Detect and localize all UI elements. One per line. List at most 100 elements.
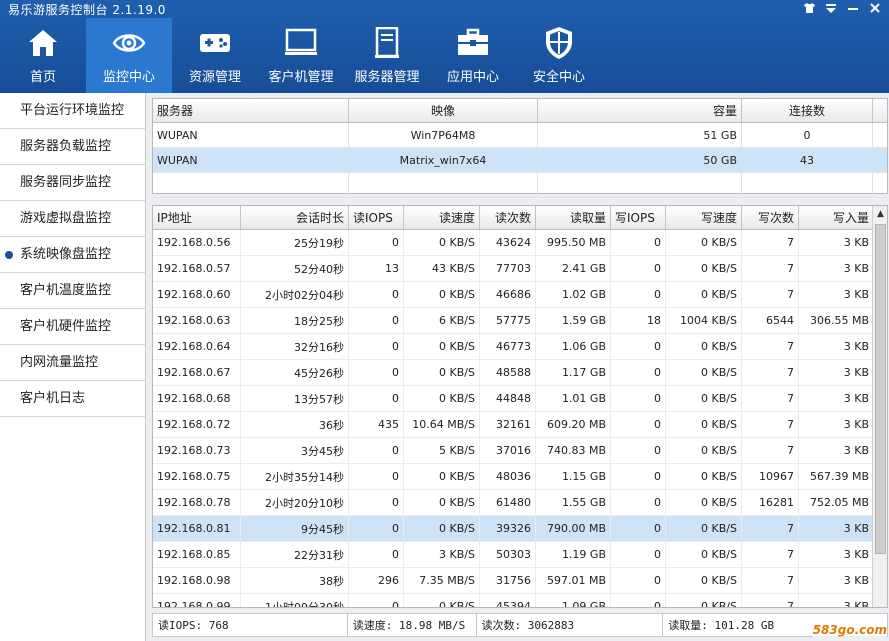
image-cell: Matrix_win7x64: [349, 148, 538, 172]
table-row[interactable]: 192.168.0.56 25分19秒 0 0 KB/S 43624 995.50 MB 0…: [153, 230, 887, 256]
sidebar-item-lan-traffic[interactable]: 内网流量监控: [0, 345, 145, 381]
nav-label: 资源管理: [188, 70, 241, 85]
table-row[interactable]: 192.168.0.98 38秒 296 7.35 MB/S 31756 597.01 M…: [153, 568, 887, 594]
read-iops-cell: 0: [349, 464, 404, 489]
table-row[interactable]: 192.168.0.73 3分45秒 0 5 KB/S 37016 740.83 MB 0 0…: [153, 438, 887, 464]
sidebar-item-game-vdisk[interactable]: 游戏虚拟盘监控: [0, 201, 145, 237]
sidebar-item-client-log[interactable]: 客户机日志: [0, 381, 145, 417]
table-row[interactable]: 192.168.0.63 18分25秒 0 6 KB/S 57775 1.59 GB 18 1…: [153, 308, 887, 334]
read-count-cell: 50303: [480, 542, 536, 567]
column-header-read-iops[interactable]: 读IOPS: [349, 206, 404, 229]
table-row[interactable]: 192.168.0.75 2小时35分14秒 0 0 KB/S 48036 1.15 GB…: [153, 464, 887, 490]
table-row[interactable]: 192.168.0.67 45分26秒 0 0 KB/S 48588 1.17 GB 0 0 …: [153, 360, 887, 386]
ip-cell: 192.168.0.75: [153, 464, 241, 489]
client-table-header: IP地址 会话时长 读IOPS 读速度 读次数 读取量 写IOPS 写速度 写次…: [153, 206, 887, 230]
minimize-icon[interactable]: [845, 0, 861, 16]
read-amount-cell: 597.01 MB: [536, 568, 611, 593]
sidebar: 平台运行环境监控 服务器负载监控 服务器同步监控 游戏虚拟盘监控 系统映像盘监控…: [0, 93, 146, 641]
column-header-image[interactable]: 映像: [349, 99, 538, 122]
column-header-write-count[interactable]: 写次数: [742, 206, 799, 229]
server-table-header: 服务器 映像 容量 连接数: [153, 99, 887, 123]
sidebar-item-platform-env[interactable]: 平台运行环境监控: [0, 93, 145, 129]
write-speed-cell: 0 KB/S: [666, 360, 742, 385]
column-header-write-iops[interactable]: 写IOPS: [611, 206, 666, 229]
shield-icon: [542, 26, 576, 60]
skin-icon[interactable]: [801, 0, 817, 16]
nav-monitor[interactable]: 监控中心: [86, 18, 172, 93]
session-time-cell: 22分31秒: [241, 542, 349, 567]
close-icon[interactable]: [867, 0, 883, 16]
capacity-cell: 51 GB: [538, 123, 742, 147]
nav-clients[interactable]: 客户机管理: [258, 18, 344, 93]
server-cell: WUPAN: [153, 123, 349, 147]
write-amount-cell: 3 KB: [799, 594, 874, 607]
sidebar-item-server-load[interactable]: 服务器负载监控: [0, 129, 145, 165]
table-row[interactable]: 192.168.0.57 52分40秒 13 43 KB/S 77703 2.41 GB 0…: [153, 256, 887, 282]
nav-resources[interactable]: 资源管理: [172, 18, 258, 93]
session-time-cell: 2小时20分10秒: [241, 490, 349, 515]
nav-apps[interactable]: 应用中心: [430, 18, 516, 93]
write-amount-cell: 3 KB: [799, 438, 874, 463]
column-header-write-amount[interactable]: 写入量: [799, 206, 874, 229]
server-icon: [370, 26, 404, 60]
write-count-cell: 7: [742, 516, 799, 541]
column-header-capacity[interactable]: 容量: [538, 99, 742, 122]
write-count-cell: 7: [742, 360, 799, 385]
column-header-connections[interactable]: 连接数: [742, 99, 873, 122]
table-row[interactable]: WUPAN Matrix_win7x64 50 GB 43: [153, 148, 887, 173]
table-row[interactable]: 192.168.0.99 1小时09分30秒 0 0 KB/S 45394 1.09 GB…: [153, 594, 887, 607]
column-header-server[interactable]: 服务器: [153, 99, 349, 122]
menu-icon[interactable]: [823, 0, 839, 16]
column-header-read-speed[interactable]: 读速度: [404, 206, 480, 229]
table-row[interactable]: 192.168.0.72 36秒 435 10.64 MB/S 32161 609.20 …: [153, 412, 887, 438]
table-row[interactable]: 192.168.0.81 9分45秒 0 0 KB/S 39326 790.00 MB 0 0…: [153, 516, 887, 542]
write-amount-cell: 306.55 MB: [799, 308, 874, 333]
nav-security[interactable]: 安全中心: [516, 18, 602, 93]
scroll-up-icon[interactable]: ▲: [873, 206, 887, 221]
write-count-cell: 7: [742, 256, 799, 281]
nav-home[interactable]: 首页: [0, 18, 86, 93]
write-count-cell: 7: [742, 412, 799, 437]
write-iops-cell: 0: [611, 282, 666, 307]
write-count-cell: 7: [742, 438, 799, 463]
table-row[interactable]: 192.168.0.64 32分16秒 0 0 KB/S 46773 1.06 GB 0 0 …: [153, 334, 887, 360]
write-speed-cell: 0 KB/S: [666, 490, 742, 515]
column-header-session-time[interactable]: 会话时长: [241, 206, 349, 229]
session-time-cell: 1小时09分30秒: [241, 594, 349, 607]
table-row[interactable]: WUPAN Win7P64M8 51 GB 0: [153, 123, 887, 148]
column-header-read-count[interactable]: 读次数: [480, 206, 536, 229]
read-amount-cell: 1.02 GB: [536, 282, 611, 307]
read-amount-cell: 790.00 MB: [536, 516, 611, 541]
empty-cell: [349, 173, 538, 197]
read-iops-cell: 13: [349, 256, 404, 281]
table-row[interactable]: 192.168.0.60 2小时02分04秒 0 0 KB/S 46686 1.02 GB…: [153, 282, 887, 308]
read-speed-cell: 10.64 MB/S: [404, 412, 480, 437]
vertical-scrollbar[interactable]: ▲: [872, 206, 887, 607]
image-cell: Win7P64M8: [349, 123, 538, 147]
empty-cell: [742, 173, 873, 197]
column-header-write-speed[interactable]: 写速度: [666, 206, 742, 229]
read-amount-cell: 1.06 GB: [536, 334, 611, 359]
session-time-cell: 2小时35分14秒: [241, 464, 349, 489]
sidebar-item-client-hardware[interactable]: 客户机硬件监控: [0, 309, 145, 345]
read-iops-cell: 0: [349, 490, 404, 515]
write-speed-cell: 0 KB/S: [666, 256, 742, 281]
table-row[interactable]: 192.168.0.78 2小时20分10秒 0 0 KB/S 61480 1.55 GB…: [153, 490, 887, 516]
ip-cell: 192.168.0.81: [153, 516, 241, 541]
column-header-ip[interactable]: IP地址: [153, 206, 241, 229]
read-speed-cell: 43 KB/S: [404, 256, 480, 281]
table-row[interactable]: 192.168.0.85 22分31秒 0 3 KB/S 50303 1.19 GB 0 0 …: [153, 542, 887, 568]
read-iops-cell: 0: [349, 334, 404, 359]
table-row[interactable]: 192.168.0.68 13分57秒 0 0 KB/S 44848 1.01 GB 0 0 …: [153, 386, 887, 412]
write-speed-cell: 0 KB/S: [666, 516, 742, 541]
read-iops-cell: 0: [349, 542, 404, 567]
sidebar-item-system-image[interactable]: 系统映像盘监控: [0, 237, 145, 273]
nav-servers[interactable]: 服务器管理: [344, 18, 430, 93]
write-iops-cell: 0: [611, 412, 666, 437]
write-amount-cell: 3 KB: [799, 386, 874, 411]
column-header-read-amount[interactable]: 读取量: [536, 206, 611, 229]
read-amount-cell: 609.20 MB: [536, 412, 611, 437]
sidebar-item-server-sync[interactable]: 服务器同步监控: [0, 165, 145, 201]
sidebar-item-client-temp[interactable]: 客户机温度监控: [0, 273, 145, 309]
scrollbar-thumb[interactable]: [875, 224, 886, 554]
